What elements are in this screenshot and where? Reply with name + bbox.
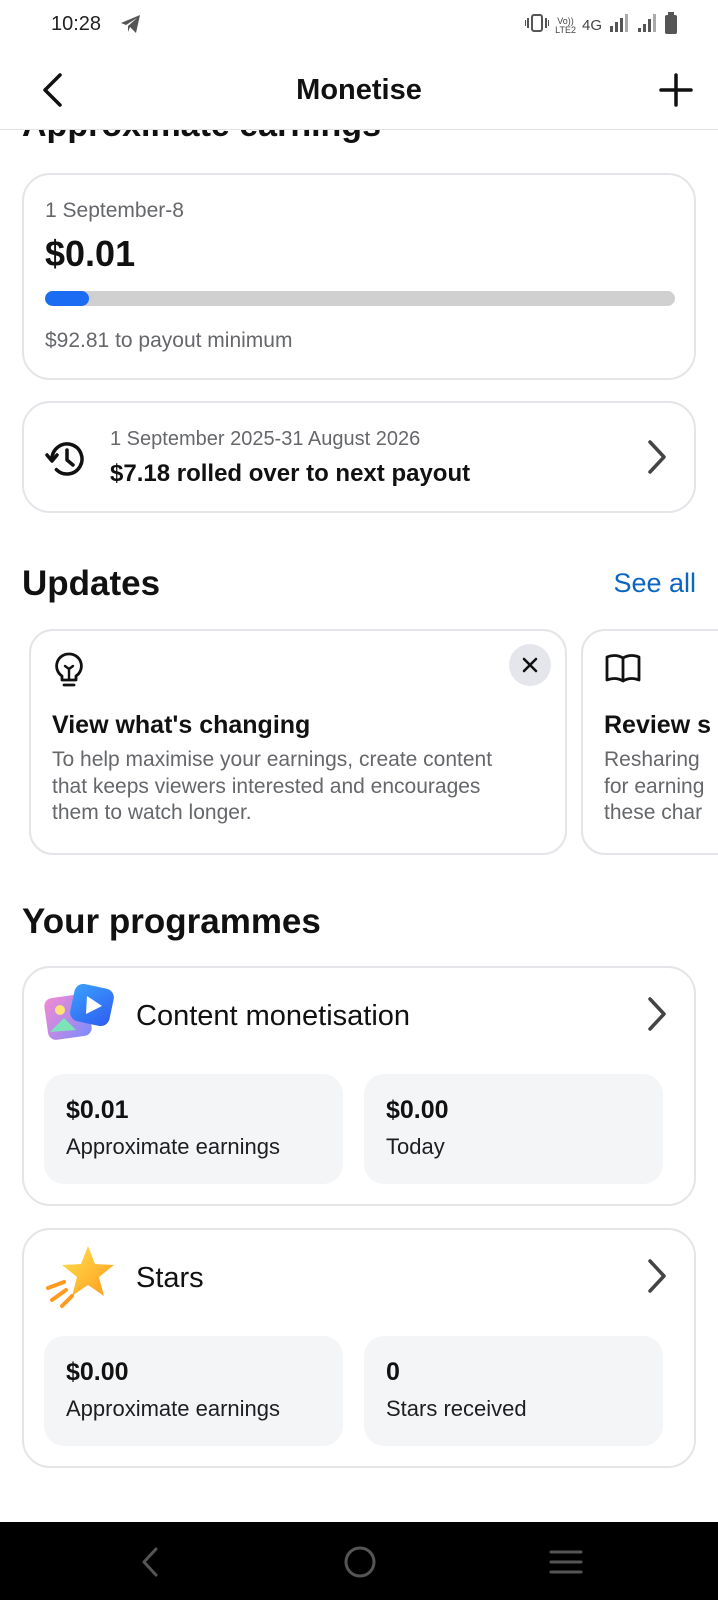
- lightbulb-icon: [52, 651, 86, 694]
- see-all-link[interactable]: See all: [613, 568, 696, 599]
- earnings-amount: $0.01: [45, 233, 136, 274]
- close-icon: [522, 657, 538, 673]
- volte-label-bottom: LTE2: [555, 24, 576, 35]
- chevron-right-icon: [646, 1258, 668, 1294]
- update-body: To help maximise your earnings, create c…: [52, 748, 493, 824]
- volte-indicator: Vo)) LTE2: [555, 16, 576, 35]
- status-icons: Vo)) LTE2 4G: [524, 12, 678, 39]
- programme-name: Stars: [136, 1262, 204, 1294]
- dismiss-button[interactable]: [509, 644, 551, 686]
- star-icon: [44, 1244, 116, 1313]
- plus-icon: [659, 73, 693, 107]
- programme-name: Content monetisation: [136, 1000, 411, 1032]
- status-time: 10:28: [51, 13, 102, 35]
- history-icon: [44, 436, 90, 487]
- update-title: Review s: [604, 711, 712, 739]
- stat-approximate-earnings: $0.00 Approximate earnings: [44, 1336, 343, 1446]
- telegram-icon: [120, 14, 142, 39]
- nav-home-icon: [344, 1546, 376, 1578]
- payout-progress-bar: [45, 291, 675, 306]
- earnings-period: 1 September-8: [45, 199, 184, 222]
- stat-stars-received: 0 Stars received: [364, 1336, 663, 1446]
- main-content[interactable]: Approximate earnings 1 September-8 $0.01…: [0, 52, 718, 1522]
- stat-label: Approximate earnings: [66, 1396, 281, 1421]
- rollover-text: $7.18 rolled over to next payout: [110, 460, 471, 487]
- page-title: Monetise: [296, 74, 422, 106]
- add-button[interactable]: [656, 70, 696, 110]
- rollover-dates: 1 September 2025-31 August 2026: [110, 428, 421, 450]
- system-nav-bar: [0, 1522, 718, 1600]
- payout-minimum-text: $92.81 to payout minimum: [45, 329, 293, 352]
- stat-value: 0: [386, 1358, 400, 1386]
- programme-card-content-monetisation[interactable]: Content monetisation $0.01 Approximate e…: [22, 966, 696, 1206]
- network-type: 4G: [581, 17, 602, 34]
- signal-icon-2: [636, 14, 658, 37]
- stat-value: $0.00: [66, 1358, 129, 1386]
- earnings-card: 1 September-8 $0.01 $92.81 to payout min…: [22, 173, 696, 380]
- updates-title: Updates: [22, 564, 161, 603]
- stat-today: $0.00 Today: [364, 1074, 663, 1184]
- chevron-right-icon: [646, 996, 668, 1032]
- vibrate-icon: [524, 14, 551, 37]
- update-card[interactable]: View what's changing To help maximise yo…: [29, 629, 567, 855]
- update-body: Resharing for earning these char: [604, 748, 705, 824]
- nav-back-button[interactable]: [128, 1540, 172, 1584]
- stat-label: Stars received: [386, 1396, 527, 1421]
- book-icon: [604, 651, 642, 690]
- content-monetisation-icon: [44, 982, 116, 1049]
- stat-label: Approximate earnings: [66, 1134, 281, 1159]
- stat-approximate-earnings: $0.01 Approximate earnings: [44, 1074, 343, 1184]
- programme-card-stars[interactable]: Stars $0.00 Approximate earnings 0 Stars…: [22, 1228, 696, 1468]
- nav-back-icon: [142, 1547, 158, 1577]
- nav-menu-button[interactable]: [544, 1540, 588, 1584]
- chevron-right-icon: [646, 439, 668, 475]
- stat-value: $0.00: [386, 1096, 449, 1124]
- stat-label: Today: [386, 1134, 445, 1159]
- app-header: Monetise: [0, 52, 718, 130]
- stat-value: $0.01: [66, 1096, 129, 1124]
- update-title: View what's changing: [52, 711, 311, 739]
- programmes-title: Your programmes: [22, 902, 321, 941]
- signal-icon-1: [608, 14, 630, 37]
- nav-menu-icon: [549, 1550, 583, 1574]
- battery-icon: [664, 12, 678, 39]
- status-bar: 10:28 Vo)) LTE2 4G: [0, 0, 718, 52]
- update-card[interactable]: Review s Resharing for earning these cha…: [581, 629, 718, 855]
- payout-progress-fill: [45, 291, 90, 306]
- nav-home-button[interactable]: [338, 1540, 382, 1584]
- rollover-card[interactable]: 1 September 2025-31 August 2026 $7.18 ro…: [22, 401, 696, 513]
